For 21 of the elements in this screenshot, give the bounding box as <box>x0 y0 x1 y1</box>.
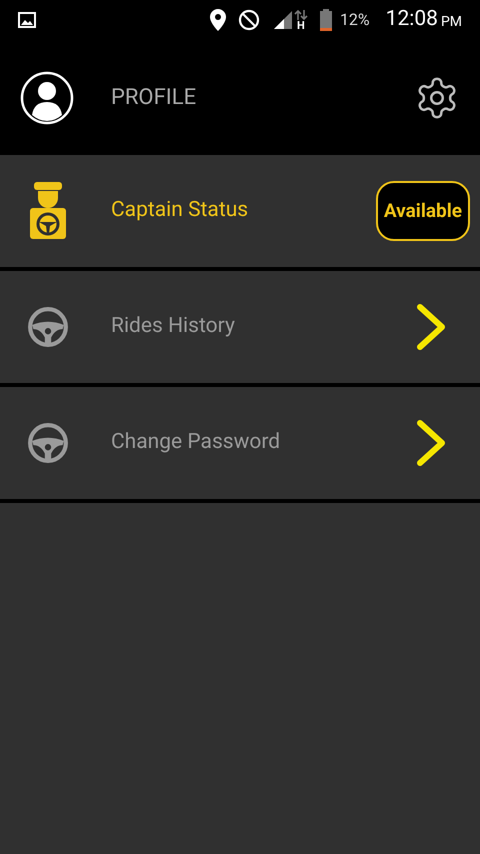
steering-wheel-icon <box>27 306 69 348</box>
avatar-icon <box>20 70 74 124</box>
chevron-right-icon[interactable] <box>416 303 446 351</box>
menu-label: Rides History <box>111 313 235 340</box>
network-type: H <box>297 20 305 30</box>
menu-label: Change Password <box>111 429 280 456</box>
chevron-right-icon[interactable] <box>416 419 446 467</box>
battery-icon <box>320 9 332 31</box>
menu-label: Captain Status <box>111 197 248 224</box>
data-arrows-icon <box>294 10 308 20</box>
battery-percent: 12% <box>340 9 370 31</box>
status-toggle[interactable]: Available <box>376 181 470 241</box>
clock-time: 12:08 <box>386 6 438 34</box>
location-pin-icon <box>210 9 226 31</box>
blocked-icon <box>238 9 260 31</box>
image-icon <box>18 12 36 28</box>
profile-title: PROFILE <box>111 84 196 112</box>
captain-icon <box>28 182 68 240</box>
signal-icon <box>274 11 292 29</box>
clock-meridiem: PM <box>440 12 462 32</box>
steering-wheel-icon <box>27 422 69 464</box>
